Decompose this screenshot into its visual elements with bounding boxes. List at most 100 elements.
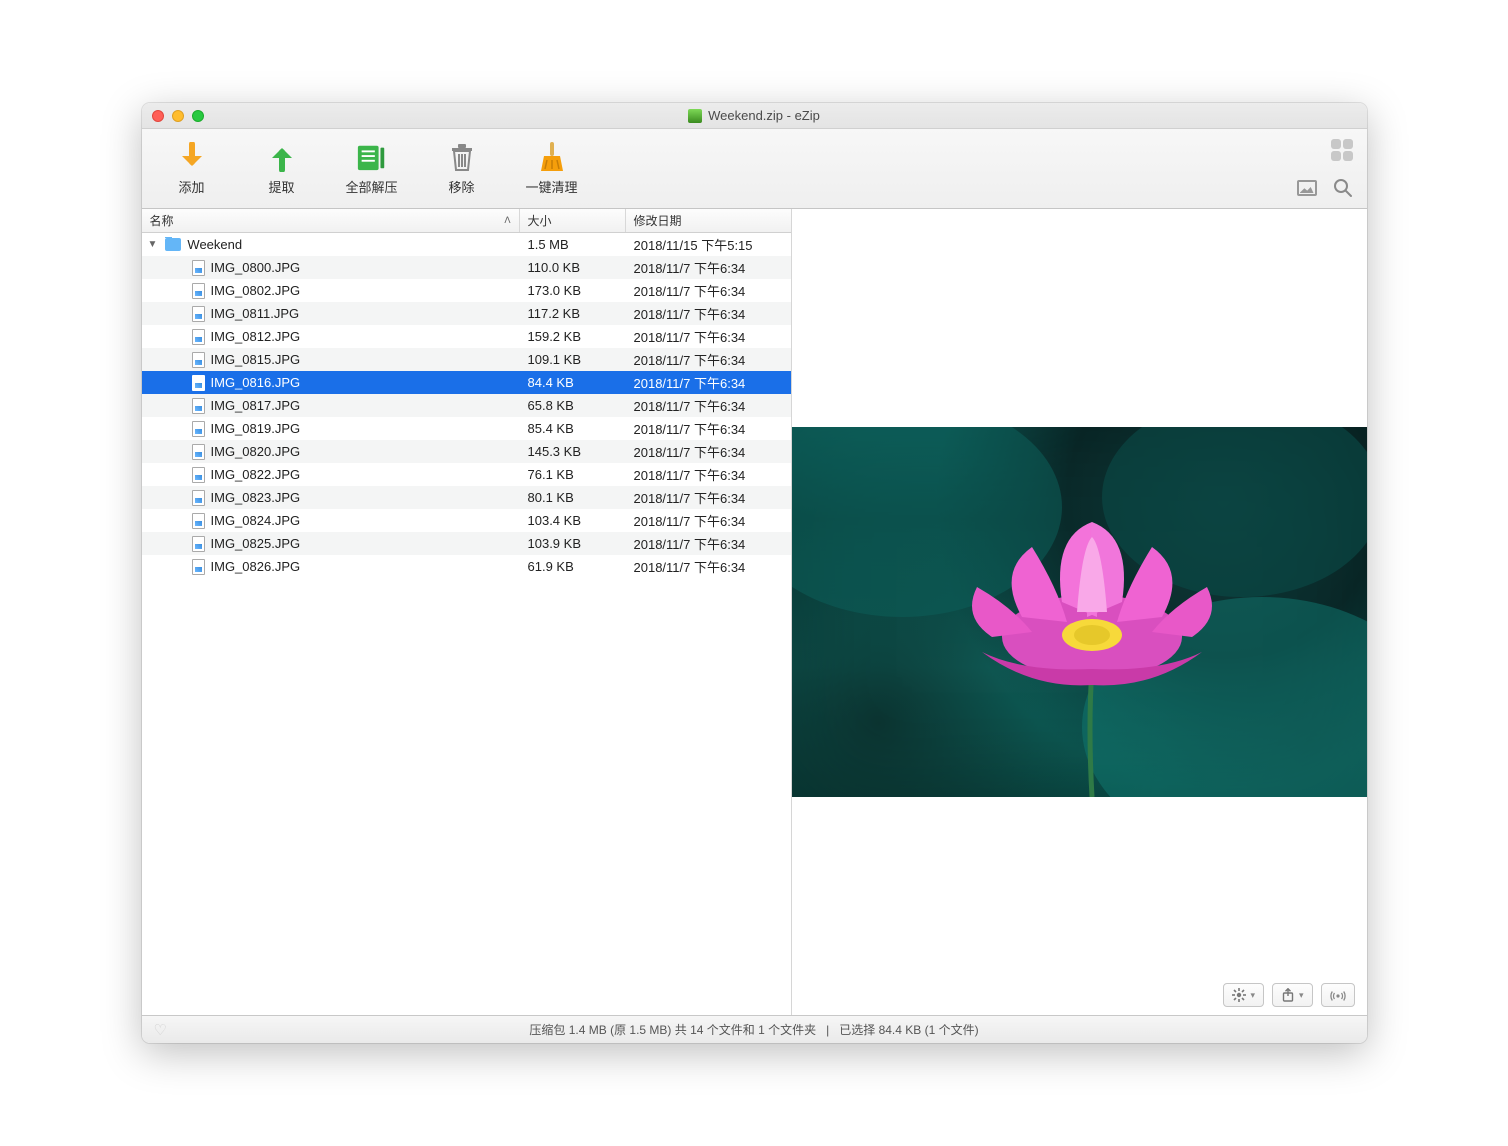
jpg-file-icon <box>192 352 205 368</box>
file-size: 173.0 KB <box>520 283 626 298</box>
column-size-label: 大小 <box>528 212 552 229</box>
file-size: 145.3 KB <box>520 444 626 459</box>
traffic-lights <box>152 110 204 122</box>
file-row[interactable]: IMG_0800.JPG110.0 KB2018/11/7 下午6:34 <box>142 256 791 279</box>
file-row[interactable]: IMG_0812.JPG159.2 KB2018/11/7 下午6:34 <box>142 325 791 348</box>
file-size: 84.4 KB <box>520 375 626 390</box>
clean-button[interactable]: 一键清理 <box>522 141 582 196</box>
extract-all-label: 全部解压 <box>345 177 397 196</box>
minimize-button[interactable] <box>172 110 184 122</box>
preview-image <box>792 427 1367 797</box>
file-size: 103.9 KB <box>520 536 626 551</box>
folder-row[interactable]: ▼Weekend1.5 MB2018/11/15 下午5:15 <box>142 233 791 256</box>
jpg-file-icon <box>192 513 205 529</box>
file-date: 2018/11/7 下午6:34 <box>626 419 791 438</box>
file-date: 2018/11/7 下午6:34 <box>626 327 791 346</box>
preview-image-area <box>792 209 1367 1015</box>
file-size: 80.1 KB <box>520 490 626 505</box>
file-date: 2018/11/7 下午6:34 <box>626 511 791 530</box>
preview-settings-button[interactable]: ▾ <box>1223 983 1264 1007</box>
file-list[interactable]: ▼Weekend1.5 MB2018/11/15 下午5:15IMG_0800.… <box>142 233 791 1015</box>
jpg-file-icon <box>192 467 205 483</box>
extract-all-button[interactable]: 全部解压 <box>342 141 402 196</box>
file-row[interactable]: IMG_0802.JPG 173.0 KB2018/11/7 下午6:34 <box>142 279 791 302</box>
add-icon <box>176 141 208 173</box>
add-button[interactable]: 添加 <box>162 141 222 196</box>
file-name: IMG_0825.JPG <box>211 536 301 551</box>
folder-name: Weekend <box>187 237 242 252</box>
preview-pane: ▾ ▾ <box>792 209 1367 1015</box>
column-date-label: 修改日期 <box>634 212 682 229</box>
column-date[interactable]: 修改日期 <box>626 209 791 232</box>
clean-label: 一键清理 <box>525 177 577 196</box>
status-bar: ♡ 压缩包 1.4 MB (原 1.5 MB) 共 14 个文件和 1 个文件夹… <box>142 1015 1367 1043</box>
add-label: 添加 <box>178 177 204 196</box>
extract-all-icon <box>356 141 388 173</box>
file-size: 61.9 KB <box>520 559 626 574</box>
file-row[interactable]: IMG_0817.JPG65.8 KB2018/11/7 下午6:34 <box>142 394 791 417</box>
file-name: IMG_0816.JPG <box>211 375 301 390</box>
file-date: 2018/11/7 下午6:34 <box>626 373 791 392</box>
file-row[interactable]: IMG_0824.JPG103.4 KB2018/11/7 下午6:34 <box>142 509 791 532</box>
file-list-pane: 名称 ᐱ 大小 修改日期 ▼Weekend1.5 MB2018/11/15 下午… <box>142 209 792 1015</box>
extract-icon <box>266 141 298 173</box>
file-row[interactable]: IMG_0816.JPG 84.4 KB2018/11/7 下午6:34 <box>142 371 791 394</box>
file-row[interactable]: IMG_0820.JPG145.3 KB2018/11/7 下午6:34 <box>142 440 791 463</box>
window-title: Weekend.zip - eZip <box>142 108 1367 123</box>
file-row[interactable]: IMG_0823.JPG80.1 KB2018/11/7 下午6:34 <box>142 486 791 509</box>
broom-icon <box>536 141 568 173</box>
favorite-icon[interactable]: ♡ <box>154 1021 167 1039</box>
file-size: 76.1 KB <box>520 467 626 482</box>
view-grid-button[interactable] <box>1331 139 1353 161</box>
file-row[interactable]: IMG_0815.JPG109.1 KB2018/11/7 下午6:34 <box>142 348 791 371</box>
file-row[interactable]: IMG_0826.JPG 61.9 KB2018/11/7 下午6:34 <box>142 555 791 578</box>
jpg-file-icon <box>192 375 205 391</box>
search-button[interactable] <box>1333 178 1353 198</box>
column-name-label: 名称 <box>150 212 174 229</box>
toolbar: 添加 提取 全部解压 移除 一键清理 <box>142 129 1367 209</box>
file-row[interactable]: IMG_0825.JPG103.9 KB2018/11/7 下午6:34 <box>142 532 791 555</box>
disclosure-triangle-icon[interactable]: ▼ <box>148 239 158 250</box>
chevron-down-icon: ▾ <box>1299 990 1304 1001</box>
file-size: 85.4 KB <box>520 421 626 436</box>
extract-button[interactable]: 提取 <box>252 141 312 196</box>
titlebar: Weekend.zip - eZip <box>142 103 1367 129</box>
file-row[interactable]: IMG_0811.JPG117.2 KB2018/11/7 下午6:34 <box>142 302 791 325</box>
sort-ascending-icon: ᐱ <box>504 215 510 226</box>
file-size: 117.2 KB <box>520 306 626 321</box>
column-size[interactable]: 大小 <box>520 209 626 232</box>
file-size: 65.8 KB <box>520 398 626 413</box>
file-row[interactable]: IMG_0819.JPG85.4 KB2018/11/7 下午6:34 <box>142 417 791 440</box>
file-row[interactable]: IMG_0822.JPG76.1 KB2018/11/7 下午6:34 <box>142 463 791 486</box>
file-name: IMG_0802.JPG <box>211 283 301 298</box>
content-area: 名称 ᐱ 大小 修改日期 ▼Weekend1.5 MB2018/11/15 下午… <box>142 209 1367 1015</box>
jpg-file-icon <box>192 398 205 414</box>
file-date: 2018/11/15 下午5:15 <box>626 235 791 254</box>
app-window: Weekend.zip - eZip 添加 提取 全部解压 移除 <box>142 103 1367 1043</box>
file-name: IMG_0800.JPG <box>211 260 301 275</box>
column-name[interactable]: 名称 ᐱ <box>142 209 520 232</box>
remove-button[interactable]: 移除 <box>432 141 492 196</box>
file-date: 2018/11/7 下午6:34 <box>626 304 791 323</box>
column-headers: 名称 ᐱ 大小 修改日期 <box>142 209 791 233</box>
file-name: IMG_0815.JPG <box>211 352 301 367</box>
file-name: IMG_0824.JPG <box>211 513 301 528</box>
chevron-down-icon: ▾ <box>1250 990 1255 1001</box>
file-date: 2018/11/7 下午6:34 <box>626 557 791 576</box>
preview-share-button[interactable]: ▾ <box>1272 983 1313 1007</box>
file-name: IMG_0826.JPG <box>211 559 301 574</box>
file-size: 159.2 KB <box>520 329 626 344</box>
file-date: 2018/11/7 下午6:34 <box>626 350 791 369</box>
extract-label: 提取 <box>268 177 294 196</box>
close-button[interactable] <box>152 110 164 122</box>
gallery-icon[interactable] <box>1297 180 1317 196</box>
file-date: 2018/11/7 下午6:34 <box>626 281 791 300</box>
preview-airdrop-button[interactable] <box>1321 983 1355 1007</box>
maximize-button[interactable] <box>192 110 204 122</box>
archive-icon <box>688 109 702 123</box>
status-selection-info: 已选择 84.4 KB (1 个文件) <box>839 1021 978 1038</box>
jpg-file-icon <box>192 283 205 299</box>
file-date: 2018/11/7 下午6:34 <box>626 488 791 507</box>
preview-toolbar: ▾ ▾ <box>1223 983 1354 1007</box>
file-size: 110.0 KB <box>520 260 626 275</box>
